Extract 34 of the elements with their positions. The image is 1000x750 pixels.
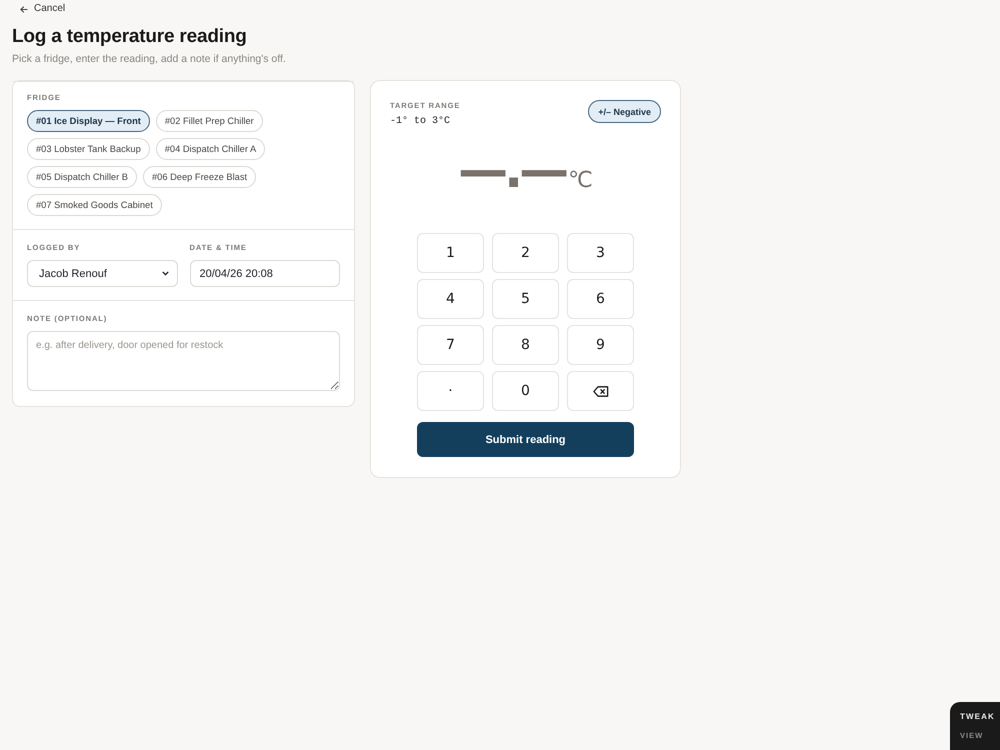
- keypad-key[interactable]: 4: [417, 279, 484, 319]
- page-subtitle: Pick a fridge, enter the reading, add a note if anything's off.: [12, 53, 286, 66]
- keypad-key[interactable]: 8: [492, 325, 559, 365]
- chevron-down-icon: [162, 271, 168, 276]
- tweaks-panel-title: TWEAK: [960, 712, 995, 722]
- submit-reading-button[interactable]: Submit reading: [417, 422, 634, 457]
- fridge-chip[interactable]: #02 Fillet Prep Chiller: [156, 110, 263, 132]
- reading-display: —.—: [458, 142, 566, 198]
- unit-label: ℃: [568, 169, 593, 193]
- date-time-field[interactable]: 20/04/26 20:08: [190, 260, 340, 287]
- note-field[interactable]: e.g. after delivery, door opened for restock: [27, 331, 340, 391]
- backspace-icon: [592, 386, 608, 396]
- fridge-chip[interactable]: #06 Deep Freeze Blast: [142, 166, 256, 188]
- backspace-key[interactable]: [567, 371, 634, 411]
- fridge-chip[interactable]: #05 Dispatch Chiller B: [27, 166, 137, 188]
- keypad-key[interactable]: 3: [567, 233, 634, 273]
- keypad-key[interactable]: 1: [417, 233, 484, 273]
- fridge-chip[interactable]: #01 Ice Display — Front: [27, 110, 150, 132]
- decimal-point-key[interactable]: .: [417, 371, 484, 411]
- keypad-key[interactable]: 7: [417, 325, 484, 365]
- arrow-left-icon: [20, 6, 28, 12]
- fridge-chip[interactable]: #04 Dispatch Chiller A: [156, 138, 266, 160]
- fridge-chip[interactable]: #07 Smoked Goods Cabinet: [27, 194, 162, 216]
- keypad-key[interactable]: 5: [492, 279, 559, 319]
- keypad-key[interactable]: 6: [567, 279, 634, 319]
- keypad-key[interactable]: 0: [492, 371, 559, 411]
- target-range-value: -1° to 3°C: [390, 116, 450, 128]
- cancel-link[interactable]: Cancel: [20, 3, 66, 15]
- page-title: Log a temperature reading: [12, 25, 247, 49]
- keypad-key[interactable]: 9: [567, 325, 634, 365]
- keypad-key[interactable]: 2: [492, 233, 559, 273]
- logged-by-select[interactable]: Jacob Renouf: [27, 260, 178, 287]
- negative-toggle-button[interactable]: +/– Negative: [588, 100, 661, 123]
- fridge-chip[interactable]: #03 Lobster Tank Backup: [27, 138, 150, 160]
